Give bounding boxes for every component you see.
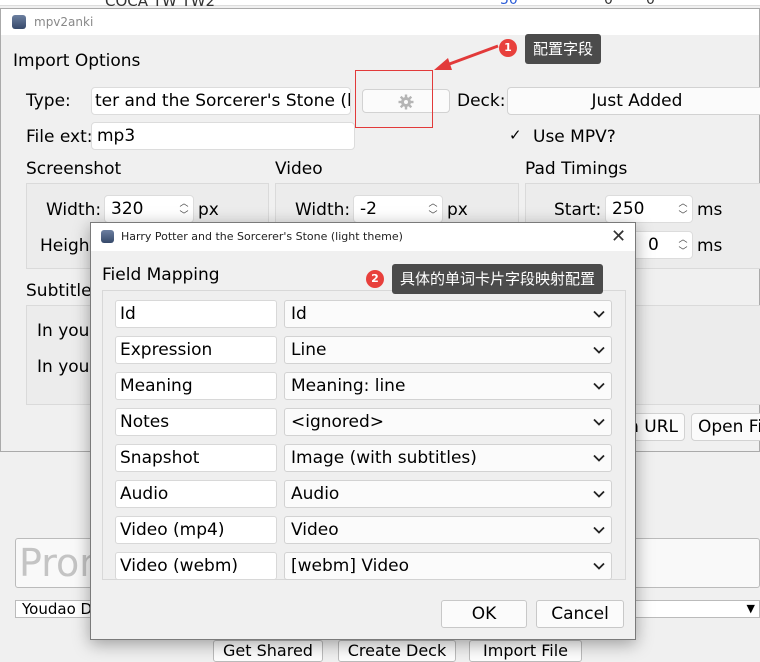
chevron-down-icon <box>593 454 605 462</box>
field-name-3: Notes <box>115 408 277 436</box>
background-row-n2: 0 <box>604 0 613 8</box>
field-mapping-select-2[interactable]: Meaning: line <box>284 372 612 400</box>
chevron-down-icon <box>593 418 605 426</box>
spin-arrows-icon[interactable]: ︿ ﹀ <box>677 198 689 222</box>
pad-start-spinbox[interactable]: 250 ︿ ﹀ <box>605 195 693 223</box>
pad-start-label: Start: <box>554 200 602 220</box>
cancel-button[interactable]: Cancel <box>536 600 624 628</box>
field-name-5: Audio <box>115 480 277 508</box>
dialog-titlebar: Harry Potter and the Sorcerer's Stone (l… <box>91 223 635 251</box>
annotation-number-2: 2 <box>366 270 384 288</box>
field-mapping-value: <ignored> <box>291 412 385 432</box>
chevron-down-icon <box>593 526 605 534</box>
dialog-title: Harry Potter and the Sorcerer's Stone (l… <box>121 230 403 243</box>
field-mapping-value: Video <box>291 520 339 540</box>
type-label: Type: <box>26 91 71 111</box>
deck-selector[interactable]: Just Added <box>507 87 760 115</box>
import-options-title: Import Options <box>13 51 141 71</box>
deck-label: Deck: <box>457 91 506 111</box>
file-ext-field[interactable]: mp3 <box>91 122 355 150</box>
ok-button[interactable]: OK <box>441 600 527 628</box>
field-mapping-title: Field Mapping <box>102 265 220 285</box>
pad-end-value: 0 <box>648 235 659 255</box>
use-mpv-label: Use MPV? <box>533 127 616 147</box>
open-file-button[interactable]: Open Fil <box>691 413 760 441</box>
dictionary-select-value: Youdao D <box>22 600 93 618</box>
video-group-title: Video <box>275 159 323 179</box>
annotation-highlight-box <box>355 70 433 128</box>
field-mapping-value: Line <box>291 340 327 360</box>
chevron-down-icon <box>593 490 605 498</box>
field-mapping-select-3[interactable]: <ignored> <box>284 408 612 436</box>
chevron-down-icon <box>593 382 605 390</box>
screenshot-width-unit: px <box>198 200 219 220</box>
app-icon <box>101 230 114 243</box>
spin-arrows-icon[interactable]: ︿ ﹀ <box>178 198 190 222</box>
background-list-row: COCA TW TW2 50 0 0 <box>0 0 760 10</box>
field-name-4: Snapshot <box>115 444 277 472</box>
field-mapping-select-1[interactable]: Line <box>284 336 612 364</box>
field-mapping-select-5[interactable]: Audio <box>284 480 612 508</box>
field-mapping-value: Audio <box>291 484 340 504</box>
field-mapping-select-4[interactable]: Image (with subtitles) <box>284 444 612 472</box>
screenshot-height-label: Height <box>40 236 97 256</box>
type-field[interactable]: ter and the Sorcerer's Stone (lig <box>91 87 351 115</box>
field-name-1: Expression <box>115 336 277 364</box>
dropdown-arrow-icon: ▼ <box>746 602 755 615</box>
annotation-arrow-icon <box>434 44 499 70</box>
pad-end-unit: ms <box>697 236 723 256</box>
get-shared-button[interactable]: Get Shared <box>213 640 323 662</box>
screenshot-width-value: 320 <box>111 199 144 219</box>
field-mapping-value: Image (with subtitles) <box>291 448 477 468</box>
field-mapping-select-0[interactable]: Id <box>284 300 612 328</box>
window-titlebar: mpv2anki <box>1 9 759 35</box>
video-width-label: Width: <box>295 200 351 220</box>
create-deck-button[interactable]: Create Deck <box>338 640 456 662</box>
video-width-unit: px <box>447 200 468 220</box>
field-name-2: Meaning <box>115 372 277 400</box>
field-name-6: Video (mp4) <box>115 516 277 544</box>
use-mpv-checkbox[interactable]: ✓ <box>509 126 522 144</box>
pad-start-unit: ms <box>697 200 723 220</box>
subtitles-line-1: In your <box>37 321 97 341</box>
field-name-7: Video (webm) <box>115 552 277 580</box>
field-mapping-value: Id <box>291 304 307 324</box>
annotation-tooltip-2: 具体的单词卡片字段映射配置 <box>392 264 604 294</box>
app-icon <box>12 15 26 29</box>
video-width-value: -2 <box>360 199 377 219</box>
annotation-number-1: 1 <box>499 39 517 57</box>
field-mapping-select-6[interactable]: Video <box>284 516 612 544</box>
screenshot-width-spinbox[interactable]: 320 ︿ ﹀ <box>104 195 194 223</box>
video-width-spinbox[interactable]: -2 ︿ ﹀ <box>353 195 443 223</box>
file-ext-label: File ext: <box>26 127 93 147</box>
field-mapping-select-7[interactable]: [webm] Video <box>284 552 612 580</box>
field-mapping-value: Meaning: line <box>291 376 406 396</box>
field-name-0: Id <box>115 300 277 328</box>
spin-arrows-icon[interactable]: ︿ ﹀ <box>427 198 439 222</box>
screenshot-group-title: Screenshot <box>26 159 122 179</box>
spin-arrows-icon[interactable]: ︿ ﹀ <box>677 234 689 258</box>
chevron-down-icon <box>593 346 605 354</box>
chevron-down-icon <box>593 310 605 318</box>
window-title: mpv2anki <box>34 15 94 29</box>
background-row-count: 50 <box>500 0 518 8</box>
chevron-down-icon <box>593 562 605 570</box>
field-mapping-value: [webm] Video <box>291 556 410 576</box>
background-row-n3: 0 <box>646 0 655 8</box>
close-icon[interactable]: ✕ <box>611 226 626 247</box>
annotation-tooltip-1: 配置字段 <box>525 34 602 64</box>
pad-timings-title: Pad Timings <box>525 159 628 179</box>
subtitles-line-2: In your <box>37 357 97 377</box>
screenshot-width-label: Width: <box>46 200 102 220</box>
pad-start-value: 250 <box>612 199 645 219</box>
import-file-button[interactable]: Import File <box>469 640 582 662</box>
